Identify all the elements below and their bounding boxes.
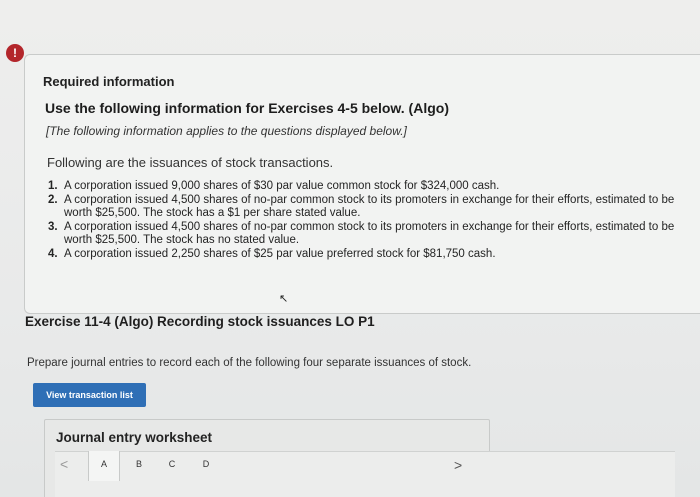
list-item-text: A corporation issued 2,250 shares of $25… <box>64 248 496 260</box>
tab-b[interactable]: B <box>134 459 144 469</box>
worksheet-tab-bar <box>55 451 675 497</box>
list-item-text: A corporation issued 4,500 shares of no-… <box>64 221 675 246</box>
chevron-right-icon[interactable]: > <box>454 457 462 473</box>
use-following-title: Use the following information for Exerci… <box>45 100 449 116</box>
tab-a[interactable]: A <box>88 451 120 481</box>
list-item: 4. A corporation issued 2,250 shares of … <box>48 248 678 261</box>
journal-entry-worksheet-title: Journal entry worksheet <box>56 430 213 445</box>
transaction-list: 1. A corporation issued 9,000 shares of … <box>48 180 678 262</box>
mouse-cursor-icon: ↖ <box>279 293 289 305</box>
list-item: 1. A corporation issued 9,000 shares of … <box>48 180 678 193</box>
list-item-number: 3. <box>48 221 58 233</box>
exclamation-icon: ! <box>6 44 24 62</box>
required-information-heading: Required information <box>43 74 175 89</box>
exercise-instruction: Prepare journal entries to record each o… <box>27 357 472 369</box>
exercise-title: Exercise 11-4 (Algo) Recording stock iss… <box>25 314 375 329</box>
tab-d[interactable]: D <box>201 459 211 469</box>
page: ! Required information Use the following… <box>0 0 700 497</box>
view-transaction-list-button[interactable]: View transaction list <box>33 383 146 407</box>
tab-c[interactable]: C <box>167 459 177 469</box>
chevron-left-icon[interactable]: < <box>60 456 68 472</box>
list-item: 3. A corporation issued 4,500 shares of … <box>48 221 678 247</box>
following-text: Following are the issuances of stock tra… <box>47 155 334 170</box>
applies-note: [The following information applies to th… <box>46 124 407 138</box>
list-item-text: A corporation issued 4,500 shares of no-… <box>64 194 675 219</box>
list-item: 2. A corporation issued 4,500 shares of … <box>48 194 678 220</box>
list-item-text: A corporation issued 9,000 shares of $30… <box>64 180 500 192</box>
list-item-number: 1. <box>48 180 58 192</box>
list-item-number: 2. <box>48 194 58 206</box>
list-item-number: 4. <box>48 248 58 260</box>
